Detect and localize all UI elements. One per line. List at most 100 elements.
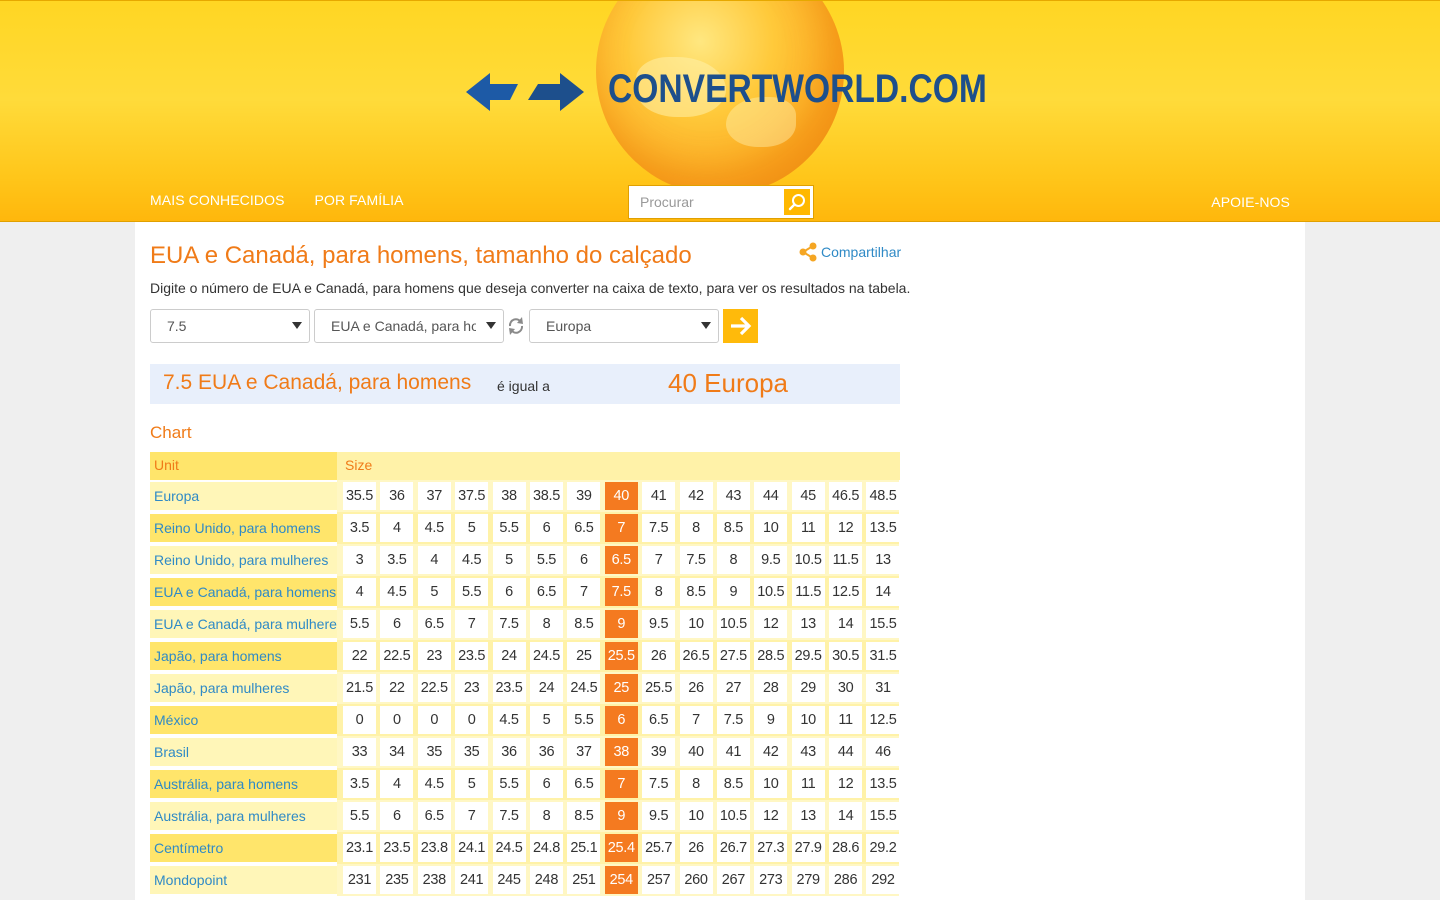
unit-link[interactable]: Centímetro <box>150 834 337 862</box>
size-cell: 260 <box>679 866 713 894</box>
size-cell: 40 <box>679 738 713 766</box>
size-cell: 231 <box>343 866 376 894</box>
result-equals: é igual a <box>497 378 550 394</box>
size-cell: 11.5 <box>829 546 863 574</box>
size-cell: 4.5 <box>417 514 451 542</box>
size-cell: 9 <box>716 578 750 606</box>
from-unit-select[interactable]: EUA e Canadá, para homens <box>314 309 504 343</box>
size-cell: 8.5 <box>716 770 750 798</box>
size-cell: 4 <box>380 514 414 542</box>
size-cell: 29.5 <box>791 642 825 670</box>
size-cell: 4.5 <box>380 578 414 606</box>
size-cell: 36 <box>529 738 563 766</box>
size-cell: 24 <box>492 642 526 670</box>
size-cell: 23.5 <box>455 642 489 670</box>
convert-button[interactable] <box>723 309 758 343</box>
size-cell: 0 <box>380 706 414 734</box>
size-cell: 3.5 <box>343 770 376 798</box>
size-cell: 8.5 <box>716 514 750 542</box>
size-cell: 10 <box>791 706 825 734</box>
unit-link[interactable]: Reino Unido, para homens <box>150 514 337 542</box>
table-row: Reino Unido, para mulheres 3 3.5 4 4.5 5 5.5 6 6… <box>150 544 900 576</box>
share-button[interactable]: Compartilhar <box>799 242 901 262</box>
unit-link[interactable]: EUA e Canadá, para mulheres <box>150 610 344 638</box>
logo-text[interactable]: CONVERTWORLD.COM <box>608 67 987 112</box>
size-cell: 41 <box>716 738 750 766</box>
size-cell: 292 <box>866 866 900 894</box>
size-cell: 241 <box>455 866 489 894</box>
size-cell: 8 <box>529 802 563 830</box>
table-row: Brasil 33 34 35 35 36 36 37 38 39 40 41 42 43 44 46 <box>150 736 900 768</box>
size-cells: 3 3.5 4 4.5 5 5.5 6 6.5 7 7.5 8 9.5 10.5 11.5 13 <box>337 544 900 576</box>
size-chart-table: Unit Size Europa 35.5 36 37 37.5 38 38.5 39 40 41… <box>150 452 900 896</box>
size-cell: 41 <box>642 482 676 510</box>
size-cell: 33 <box>343 738 376 766</box>
unit-link[interactable]: Europa <box>150 482 337 510</box>
to-unit-select[interactable]: Europa <box>529 309 719 343</box>
nav-mais-conhecidos[interactable]: MAIS CONHECIDOS <box>150 192 285 208</box>
size-cell-highlighted: 7.5 <box>604 578 638 606</box>
size-cell: 9.5 <box>754 546 788 574</box>
size-cell: 8.5 <box>679 578 713 606</box>
size-cell: 24.5 <box>529 642 563 670</box>
size-cell: 9 <box>754 706 788 734</box>
unit-link[interactable]: Austrália, para homens <box>150 770 337 798</box>
unit-link[interactable]: México <box>150 706 337 734</box>
unit-link[interactable]: Brasil <box>150 738 337 766</box>
size-cell: 26 <box>679 834 713 862</box>
size-cells: 0 0 0 0 4.5 5 5.5 6 6.5 7 7.5 9 10 11 12.5 <box>337 704 900 736</box>
table-row: EUA e Canadá, para homens 4 4.5 5 5.5 6 6.5 7 7.… <box>150 576 900 608</box>
search-input[interactable] <box>629 194 781 210</box>
size-cell: 27 <box>716 674 750 702</box>
unit-link[interactable]: Reino Unido, para mulheres <box>150 546 337 574</box>
size-cell: 22.5 <box>417 674 451 702</box>
size-cell: 12.5 <box>829 578 863 606</box>
size-cell-highlighted: 7 <box>604 770 638 798</box>
unit-link[interactable]: EUA e Canadá, para homens <box>150 578 337 606</box>
size-cell: 11 <box>791 770 825 798</box>
size-cell: 23 <box>455 674 489 702</box>
size-cell: 13 <box>866 546 900 574</box>
size-cells: 4 4.5 5 5.5 6 6.5 7 7.5 8 8.5 9 10.5 11.5 12.5 14 <box>337 576 900 608</box>
unit-link[interactable]: Austrália, para mulheres <box>150 802 337 830</box>
size-cell-highlighted: 25.4 <box>604 834 638 862</box>
conversion-result: 7.5 EUA e Canadá, para homens é igual a … <box>150 364 900 404</box>
size-cell: 11 <box>791 514 825 542</box>
size-cell-highlighted: 25 <box>604 674 638 702</box>
value-select[interactable]: 7.5 <box>150 309 310 343</box>
size-cells: 231 235 238 241 245 248 251 254 257 260 267 273 279 2… <box>337 864 900 896</box>
size-cell: 30 <box>829 674 863 702</box>
nav-apoie-nos[interactable]: APOIE-NOS <box>1211 194 1290 210</box>
size-cell: 28 <box>754 674 788 702</box>
size-cell: 5.5 <box>455 578 489 606</box>
size-cell-highlighted: 40 <box>604 482 638 510</box>
size-cells: 22 22.5 23 23.5 24 24.5 25 25.5 26 26.5 27.5 28.5 29… <box>337 640 900 672</box>
size-cell: 5.5 <box>492 514 526 542</box>
size-cell: 23.5 <box>380 834 414 862</box>
size-cell: 12 <box>829 770 863 798</box>
size-cells: 23.1 23.5 23.8 24.1 24.5 24.8 25.1 25.4 25.7 26 26… <box>337 832 900 864</box>
size-cell: 37 <box>567 738 601 766</box>
size-cell: 26 <box>679 674 713 702</box>
size-cell: 7.5 <box>492 802 526 830</box>
unit-link[interactable]: Japão, para homens <box>150 642 337 670</box>
size-cell: 248 <box>529 866 563 894</box>
search-box <box>628 185 814 219</box>
size-cell: 22 <box>343 642 376 670</box>
swap-units-icon[interactable] <box>507 316 525 336</box>
size-cells: 3.5 4 4.5 5 5.5 6 6.5 7 7.5 8 8.5 10 11 12 13.5 <box>337 512 900 544</box>
nav-por-familia[interactable]: POR FAMÍLIA <box>315 192 404 208</box>
size-cell: 42 <box>679 482 713 510</box>
chevron-down-icon <box>292 322 302 329</box>
size-cell: 4.5 <box>492 706 526 734</box>
size-cell: 35 <box>455 738 489 766</box>
size-cell: 24.5 <box>567 674 601 702</box>
size-cell: 7.5 <box>679 546 713 574</box>
table-row: Japão, para mulheres 21.5 22 22.5 23 23.5 24 24… <box>150 672 900 704</box>
size-cell: 15.5 <box>866 610 900 638</box>
unit-link[interactable]: Mondopoint <box>150 866 337 894</box>
search-button[interactable] <box>784 189 810 215</box>
size-cell: 7 <box>455 802 489 830</box>
size-cell: 39 <box>567 482 601 510</box>
unit-link[interactable]: Japão, para mulheres <box>150 674 337 702</box>
